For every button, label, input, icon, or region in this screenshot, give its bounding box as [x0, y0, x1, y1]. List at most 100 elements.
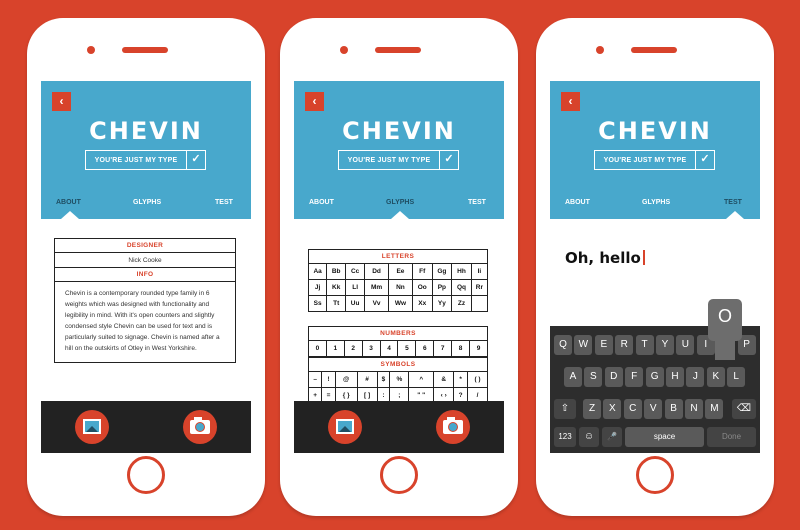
screen-about: ‹ CHEVIN YOU'RE JUST MY TYPE ✓ ABOUT GLY… — [41, 81, 251, 453]
check-icon[interactable]: ✓ — [695, 151, 714, 169]
glyph-cell: Xx — [411, 295, 433, 312]
key-t[interactable]: T — [635, 335, 654, 355]
image-icon — [83, 419, 101, 434]
front-camera — [340, 46, 348, 54]
delete-key[interactable]: ⌫ — [732, 399, 756, 419]
mic-icon[interactable]: 🎤 — [602, 427, 622, 447]
back-button[interactable]: ‹ — [561, 92, 580, 111]
active-tab-caret — [726, 211, 744, 219]
glyph-cell: Ww — [388, 295, 413, 312]
screen-test: ‹ CHEVIN YOU'RE JUST MY TYPE ✓ ABOUT GLY… — [550, 81, 760, 453]
glyph-cell: 9 — [469, 340, 488, 357]
glyph-cell: Vv — [364, 295, 389, 312]
glyph-row: Aa Bb Cc Dd Ee Ff Gg Hh Ii — [307, 263, 489, 280]
key-n[interactable]: N — [685, 399, 703, 419]
glyph-cell: Dd — [364, 263, 389, 280]
tab-about[interactable]: ABOUT — [56, 199, 81, 206]
app-header: ‹ CHEVIN YOU'RE JUST MY TYPE ✓ ABOUT GLY… — [550, 81, 760, 219]
key-r[interactable]: R — [615, 335, 634, 355]
glyph-cell: Ii — [470, 263, 489, 280]
key-s[interactable]: S — [584, 367, 603, 387]
back-button[interactable]: ‹ — [305, 92, 324, 111]
camera-icon — [443, 417, 463, 434]
tab-glyphs[interactable]: GLYPHS — [133, 199, 161, 206]
glyph-cell: – — [307, 371, 323, 388]
glyph-cell: Oo — [411, 279, 433, 296]
tab-glyphs[interactable]: GLYPHS — [386, 199, 414, 206]
key-b[interactable]: B — [664, 399, 683, 419]
glyph-cell: % — [389, 371, 410, 388]
check-icon[interactable]: ✓ — [439, 151, 458, 169]
home-button[interactable] — [636, 456, 674, 494]
tab-test[interactable]: TEST — [215, 199, 233, 206]
symbols-heading: SYMBOLS — [308, 357, 488, 372]
shift-key[interactable]: ⇧ — [554, 399, 576, 419]
glyph-cell: Ee — [388, 263, 413, 280]
glyph-cell: * — [453, 371, 469, 388]
key-u[interactable]: U — [676, 335, 695, 355]
numbers-key[interactable]: 123 — [554, 427, 576, 447]
glyph-row: –! @ # $% ^ & *( ) — [307, 371, 488, 388]
tagline-box: YOU'RE JUST MY TYPE ✓ — [594, 150, 715, 170]
test-text: Oh, hello — [565, 249, 641, 267]
glyph-cell: # — [356, 371, 378, 388]
home-button[interactable] — [127, 456, 165, 494]
key-x[interactable]: X — [603, 399, 622, 419]
glyph-cell: Ss — [307, 295, 328, 312]
home-button[interactable] — [380, 456, 418, 494]
key-j[interactable]: J — [686, 367, 705, 387]
camera-button[interactable] — [183, 410, 217, 444]
info-text: Chevin is a contemporary rounded type fa… — [65, 290, 220, 352]
tagline-box: YOU'RE JUST MY TYPE ✓ — [338, 150, 459, 170]
key-f[interactable]: F — [625, 367, 644, 387]
emoji-icon[interactable]: ☺ — [579, 427, 599, 447]
key-w[interactable]: W — [574, 335, 593, 355]
key-y[interactable]: Y — [656, 335, 674, 355]
space-key[interactable]: space — [625, 427, 704, 447]
test-text-input[interactable]: Oh, hello — [565, 249, 645, 267]
screen-glyphs: ‹ CHEVIN YOU'RE JUST MY TYPE ✓ ABOUT GLY… — [294, 81, 504, 453]
check-icon[interactable]: ✓ — [186, 151, 205, 169]
gallery-button[interactable] — [328, 410, 362, 444]
back-button[interactable]: ‹ — [52, 92, 71, 111]
key-c[interactable]: C — [623, 399, 642, 419]
glyph-cell: Cc — [345, 263, 366, 280]
glyph-cell: 7 — [433, 340, 453, 357]
key-k[interactable]: K — [706, 367, 725, 387]
bottom-bar — [41, 401, 251, 453]
key-a[interactable]: A — [564, 367, 582, 387]
glyph-cell: Bb — [326, 263, 347, 280]
glyph-cell: Aa — [307, 263, 328, 280]
glyph-cell: $ — [376, 371, 391, 388]
phone-glyphs: ‹ CHEVIN YOU'RE JUST MY TYPE ✓ ABOUT GLY… — [280, 18, 518, 516]
key-g[interactable]: G — [645, 367, 664, 387]
key-e[interactable]: E — [594, 335, 613, 355]
front-camera — [87, 46, 95, 54]
info-heading: INFO — [55, 268, 235, 282]
app-header: ‹ CHEVIN YOU'RE JUST MY TYPE ✓ ABOUT GLY… — [294, 81, 504, 219]
key-l[interactable]: L — [727, 367, 746, 387]
glyph-cell: Uu — [345, 295, 366, 312]
tab-about[interactable]: ABOUT — [309, 199, 334, 206]
gallery-button[interactable] — [75, 410, 109, 444]
key-v[interactable]: V — [644, 399, 663, 419]
glyph-cell: Yy — [431, 295, 453, 312]
key-d[interactable]: D — [604, 367, 623, 387]
numbers-table: NUMBERS 0 1 2 3 4 5 6 7 8 9 — [308, 326, 488, 357]
key-h[interactable]: H — [666, 367, 684, 387]
key-q[interactable]: Q — [554, 335, 572, 355]
speaker-grille — [631, 47, 677, 53]
tab-about[interactable]: ABOUT — [565, 199, 590, 206]
tab-test[interactable]: TEST — [724, 199, 742, 206]
bottom-bar — [294, 401, 504, 453]
tab-glyphs[interactable]: GLYPHS — [642, 199, 670, 206]
tab-test[interactable]: TEST — [468, 199, 486, 206]
tagline-text: YOU'RE JUST MY TYPE — [94, 156, 178, 164]
glyph-row: Jj Kk Ll Mm Nn Oo Pp Qq Rr — [307, 279, 489, 296]
key-z[interactable]: Z — [583, 399, 601, 419]
key-m[interactable]: M — [705, 399, 724, 419]
camera-button[interactable] — [436, 410, 470, 444]
done-key[interactable]: Done — [707, 427, 756, 447]
text-cursor — [642, 250, 645, 265]
front-camera — [596, 46, 604, 54]
